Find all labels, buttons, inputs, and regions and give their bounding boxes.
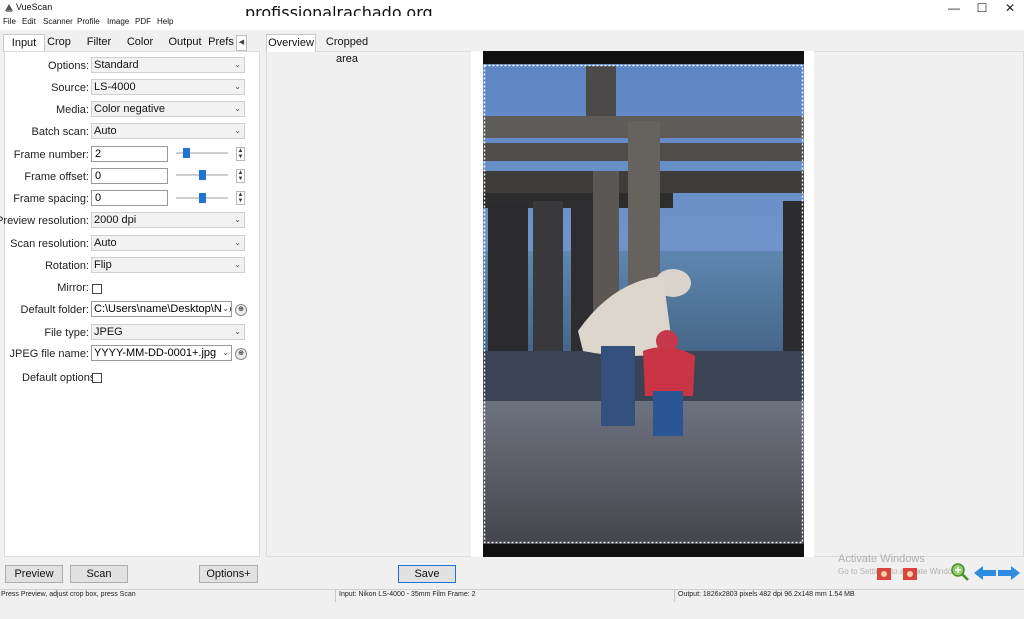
frame-number-label: Frame number: [13,149,89,161]
frame-offset-label: Frame offset: [24,171,89,183]
default-options-label: Default options: [22,372,99,384]
photo-icon [483,64,804,544]
frame-spacing-label: Frame spacing: [13,193,89,205]
scan-button[interactable]: Scan [70,565,128,583]
tab-input[interactable]: Input [3,34,45,52]
tab-output[interactable]: Output [167,34,203,51]
status-hint: Press Preview, adjust crop box, press Sc… [1,591,136,598]
preview-resolution-select[interactable]: 2000 dpi ⌄ [91,212,245,228]
tab-overview[interactable]: Overview [266,34,316,52]
scan-preview-image[interactable] [483,51,804,557]
tab-crop[interactable]: Crop [44,34,74,51]
default-folder-label: Default folder: [20,304,89,316]
file-name-options-icon[interactable]: ⊕ [235,348,247,360]
default-options-checkbox[interactable] [92,373,102,383]
tab-filter[interactable]: Filter [84,34,114,51]
batch-scan-label: Batch scan: [31,126,89,138]
menu-pdf[interactable]: PDF [135,17,151,26]
preview-button[interactable]: Preview [5,565,63,583]
frame-offset-input[interactable]: 0 [91,168,168,184]
source-value: LS-4000 [94,81,136,93]
mirror-checkbox[interactable] [92,284,102,294]
options-label: Options: [48,60,89,72]
menu-help[interactable]: Help [157,17,173,26]
app-scanner-icon [5,4,13,12]
status-bar [0,589,1024,603]
chevron-down-icon: ⌄ [234,60,241,69]
chevron-down-icon: ⌄ [234,238,241,247]
frame-number-spinner[interactable]: ▲ ▼ [236,147,245,161]
mirror-label: Mirror: [57,282,89,294]
arrow-right-icon[interactable] [998,566,1020,580]
menu-scanner[interactable]: Scanner [43,17,73,26]
source-label: Source: [51,82,89,94]
batch-scan-select[interactable]: Auto ⌄ [91,123,245,139]
frame-spacing-spinner[interactable]: ▲ ▼ [236,191,245,205]
frame-offset-spinner[interactable]: ▲ ▼ [236,169,245,183]
rotation-select[interactable]: Flip ⌄ [91,257,245,273]
scan-resolution-value: Auto [94,237,117,249]
save-button[interactable]: Save [398,565,456,583]
source-select[interactable]: LS-4000 ⌄ [91,79,245,95]
tab-color[interactable]: Color [125,34,155,51]
browse-folder-icon[interactable]: ⊕ [235,304,247,316]
scan-resolution-select[interactable]: Auto ⌄ [91,235,245,251]
slider-thumb[interactable] [199,193,206,203]
default-folder-value: C:\Users\name\Desktop\Nikc [94,303,232,315]
arrow-left-icon[interactable] [974,566,996,580]
chevron-down-icon: ⌄ [222,302,229,316]
file-type-select[interactable]: JPEG ⌄ [91,324,245,340]
slider-thumb[interactable] [199,170,206,180]
options-value: Standard [94,59,139,71]
photo-icon[interactable] [876,564,892,582]
media-value: Color negative [94,103,165,115]
slider-thumb[interactable] [183,148,190,158]
status-input: Input: Nikon LS-4000 - 35mm Film Frame: … [339,591,476,598]
frame-number-input[interactable]: 2 [91,146,168,162]
maximize-icon[interactable]: ☐ [968,0,996,16]
preview-resolution-value: 2000 dpi [94,214,137,226]
menu-image[interactable]: Image [107,17,129,26]
chevron-down-icon: ⌄ [234,104,241,113]
media-select[interactable]: Color negative ⌄ [91,101,245,117]
menu-profile[interactable]: Profile [77,17,100,26]
options-select[interactable]: Standard ⌄ [91,57,245,73]
frame-spacing-input[interactable]: 0 [91,190,168,206]
chevron-down-icon: ⌄ [234,327,241,336]
default-folder-input[interactable]: C:\Users\name\Desktop\Nikc ⌄ [91,301,232,317]
zoom-in-icon[interactable] [950,562,970,582]
chevron-down-icon: ⌄ [234,215,241,224]
scan-resolution-label: Scan resolution: [10,238,89,250]
tab-scroll-arrow-icon[interactable]: ◀ [236,35,247,51]
rotation-label: Rotation: [44,260,89,272]
status-separator [674,590,675,602]
media-label: Media: [55,104,89,116]
file-type-value: JPEG [94,326,123,338]
menu-edit[interactable]: Edit [22,17,36,26]
tab-prefs[interactable]: Prefs [207,34,235,51]
options-plus-button[interactable]: Options+ [199,565,258,583]
chevron-down-icon: ⌄ [234,82,241,91]
chevron-down-icon: ⌄ [234,260,241,269]
batch-scan-value: Auto [94,125,117,137]
rotation-value: Flip [94,259,112,271]
menu-bar [0,16,1024,30]
tab-cropped-area[interactable]: Cropped area [316,34,378,65]
status-separator [335,590,336,602]
menu-file[interactable]: File [3,17,16,26]
status-output: Output: 1826x2803 pixels 482 dpi 96.2x14… [678,591,855,598]
title-bar [0,0,1024,16]
close-icon[interactable]: ✕ [996,0,1024,16]
jpeg-file-name-label: JPEG file name: [9,348,89,360]
file-type-label: File type: [44,327,89,339]
jpeg-file-name-value: YYYY-MM-DD-0001+.jpg [94,347,217,359]
minimize-icon[interactable]: — [940,0,968,16]
preview-resolution-label: Preview resolution: [0,215,89,227]
jpeg-file-name-input[interactable]: YYYY-MM-DD-0001+.jpg ⌄ [91,345,232,361]
chevron-down-icon: ⌄ [234,126,241,135]
chevron-down-icon: ⌄ [222,346,229,360]
photo-icon[interactable] [902,564,918,582]
window-title: VueScan [16,2,53,12]
